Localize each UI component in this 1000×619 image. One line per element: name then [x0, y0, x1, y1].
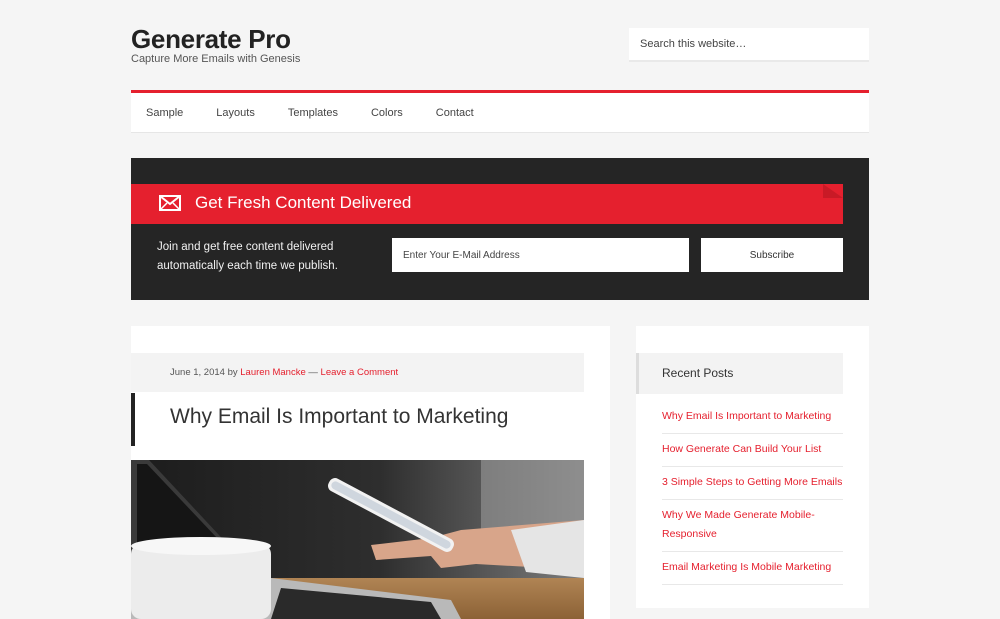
leave-comment-link[interactable]: Leave a Comment — [321, 367, 399, 378]
nav-item-contact[interactable]: Contact — [436, 107, 474, 119]
sidebar: Recent Posts Why Email Is Important to M… — [636, 326, 869, 608]
nav-item-colors[interactable]: Colors — [371, 107, 403, 119]
recent-posts-list: Why Email Is Important to Marketing How … — [662, 407, 843, 591]
recent-post-link[interactable]: Why Email Is Important to Marketing — [662, 407, 843, 434]
recent-post-link[interactable]: How Generate Can Build Your List — [662, 440, 843, 467]
recent-post-link[interactable]: 3 Simple Steps to Getting More Emails — [662, 473, 843, 500]
recent-posts-title: Recent Posts — [636, 353, 843, 394]
nav-item-layouts[interactable]: Layouts — [216, 107, 255, 119]
newsletter-widget: Get Fresh Content Delivered Join and get… — [131, 158, 869, 300]
primary-nav: Sample Layouts Templates Colors Contact — [131, 90, 869, 133]
post-featured-image[interactable] — [131, 460, 584, 619]
post-title-block: Why Email Is Important to Marketing — [131, 393, 584, 446]
email-field[interactable] — [392, 238, 689, 272]
search-input[interactable] — [629, 28, 869, 62]
envelope-icon — [159, 195, 181, 211]
recent-post-link[interactable]: Email Marketing Is Mobile Marketing — [662, 558, 843, 585]
nav-item-sample[interactable]: Sample — [146, 107, 183, 119]
site-title[interactable]: Generate Pro — [131, 24, 291, 55]
featured-photo — [131, 460, 584, 619]
post-by: by — [227, 367, 238, 378]
site-description: Capture More Emails with Genesis — [131, 53, 301, 65]
post-meta: June 1, 2014 by Lauren Mancke — Leave a … — [131, 353, 584, 392]
recent-post-link[interactable]: Why We Made Generate Mobile-Responsive — [662, 506, 843, 552]
newsletter-ribbon: Get Fresh Content Delivered — [131, 184, 843, 224]
post-date: June 1, 2014 — [170, 367, 225, 378]
subscribe-button[interactable]: Subscribe — [701, 238, 843, 272]
main-content: June 1, 2014 by Lauren Mancke — Leave a … — [131, 326, 610, 619]
meta-separator: — — [308, 367, 318, 378]
nav-item-templates[interactable]: Templates — [288, 107, 338, 119]
newsletter-text: Join and get free content delivered auto… — [157, 241, 338, 272]
post-author-link[interactable]: Lauren Mancke — [240, 367, 305, 378]
post-title[interactable]: Why Email Is Important to Marketing — [170, 405, 508, 429]
newsletter-title: Get Fresh Content Delivered — [195, 193, 412, 212]
